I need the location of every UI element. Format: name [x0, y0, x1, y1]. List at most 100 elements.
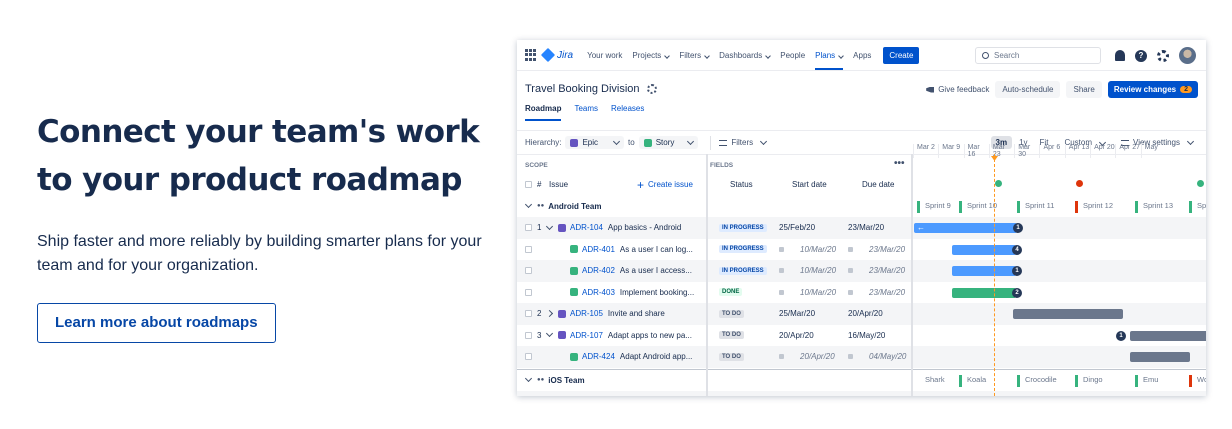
row-checkbox[interactable] [525, 224, 532, 232]
avatar[interactable] [1179, 47, 1196, 64]
timeline-bar[interactable] [952, 287, 1016, 298]
filters-button[interactable]: Filters [719, 137, 768, 147]
fields-divider [911, 154, 913, 396]
table-row[interactable]: ADR-403 Implement booking... DONE 10/Mar/20… [517, 282, 1206, 304]
row-cell: + Create issue [637, 174, 693, 196]
table-row[interactable]: # Issue + Create issue Status Start date Due d… [517, 174, 1206, 196]
team-icon: ●● [537, 203, 545, 210]
issue-key-link[interactable]: ADR-424 [582, 352, 615, 361]
nav-item-plans[interactable]: Plans [815, 51, 845, 70]
nav-item-projects[interactable]: Projects [632, 51, 671, 60]
issue-key-link[interactable]: ADR-107 [570, 331, 603, 340]
table-row[interactable]: ADR-424 Adapt Android app... TO DO 20/Apr/2… [517, 346, 1206, 368]
give-feedback-button[interactable]: Give feedback [926, 85, 989, 94]
timeline-bar[interactable] [1130, 330, 1206, 341]
timeline-bar[interactable]: ← [914, 223, 1017, 233]
learn-more-button[interactable]: Learn more about roadmaps [37, 303, 276, 343]
chevron-down-icon[interactable] [545, 330, 554, 338]
auto-schedule-button[interactable]: Auto-schedule [995, 81, 1061, 98]
row-cell [525, 174, 532, 196]
dependency-badge[interactable]: 1 [1013, 223, 1023, 233]
row-cell [525, 391, 532, 396]
column-status: Status [730, 180, 753, 190]
dependency-badge[interactable]: 1 [1116, 330, 1126, 341]
nav-item-filters[interactable]: Filters [679, 51, 710, 60]
table-row[interactable]: 3 ADR-107 Adapt apps to new pa... TO DO 20/A… [517, 325, 1206, 347]
share-button[interactable]: Share [1066, 81, 1102, 98]
issue-key-link[interactable]: ADR-105 [570, 309, 603, 318]
table-row[interactable]: ADR-401 As a user I can log... IN PROGRESS… [517, 239, 1206, 261]
app-switcher-icon[interactable] [525, 49, 537, 61]
row-checkbox[interactable] [525, 331, 532, 339]
start-date: 25/Feb/20 [779, 223, 816, 233]
row-checkbox[interactable] [525, 288, 532, 296]
more-options-icon[interactable]: ••• [894, 158, 905, 169]
timeline-bar[interactable] [952, 266, 1016, 276]
tab-teams[interactable]: Teams [574, 104, 598, 121]
row-cell: 23/Mar/20 [848, 391, 884, 396]
row-checkbox[interactable] [525, 353, 532, 361]
due-date: 20/Apr/20 [848, 309, 883, 319]
settings-gear-icon[interactable] [1157, 49, 1169, 62]
help-icon[interactable]: ? [1135, 49, 1147, 62]
issue-key-link[interactable]: ADR-402 [582, 266, 615, 275]
table-row[interactable]: 2 ADR-105 Invite and share TO DO 25/Mar/20 20… [517, 303, 1206, 325]
due-date: 23/Mar/20 [869, 266, 906, 276]
notifications-icon[interactable] [1115, 50, 1125, 61]
plan-settings-gear-icon[interactable] [646, 84, 657, 94]
row-checkbox[interactable] [525, 267, 532, 275]
table-row[interactable]: ●●iOS Team Shark Koala Crocodile Dingo Emu Wo [517, 370, 1206, 392]
row-cell: IN PROGRESS [719, 217, 767, 239]
timeline-bar[interactable] [1013, 309, 1123, 319]
row-cell: 1 [537, 391, 541, 396]
chevron-down-icon[interactable] [545, 222, 554, 230]
create-issue-button[interactable]: + Create issue [637, 179, 693, 191]
jira-logo[interactable]: Jira [540, 47, 573, 63]
table-row[interactable]: 1 IOS-543Social media integration IN PROGR… [517, 391, 1206, 396]
start-date: 10/Mar/20 [800, 287, 837, 297]
review-changes-button[interactable]: Review changes 2 [1107, 81, 1198, 98]
dependency-badge[interactable]: 1 [1012, 266, 1022, 276]
issue-summary: Adapt Android app... [619, 352, 693, 362]
nav-item-your-work[interactable]: Your work [587, 51, 622, 60]
issue-key-link[interactable]: ADR-401 [582, 245, 615, 254]
nav-item-people[interactable]: People [780, 51, 805, 60]
hierarchy-to-select[interactable]: Story [638, 136, 699, 149]
row-cell: 23/Mar/20 [848, 282, 905, 304]
table-row[interactable]: ●● Android Team Sprint 9 Sprint 10 Sprint 11… [517, 196, 1206, 218]
dependency-badge[interactable]: 4 [1012, 244, 1022, 255]
timeline-bar[interactable] [1130, 352, 1190, 362]
issue-key-link[interactable]: ADR-403 [582, 288, 615, 297]
row-cell: IN PROGRESS [719, 239, 767, 261]
tab-releases[interactable]: Releases [611, 104, 644, 121]
row-checkbox[interactable] [525, 310, 532, 318]
start-date: 20/Apr/20 [779, 330, 814, 340]
plan-tabs: Roadmap Teams Releases [525, 104, 644, 121]
nav-item-dashboards[interactable]: Dashboards [719, 51, 772, 60]
row-cell: 25/Mar/20 [779, 303, 815, 325]
chevron-down-icon[interactable] [524, 375, 533, 383]
story-icon [643, 138, 652, 147]
chevron-down-icon[interactable] [524, 201, 533, 209]
create-button[interactable]: Create [883, 46, 920, 64]
start-date: 10/Mar/20 [800, 244, 837, 254]
select-all-checkbox[interactable] [525, 181, 532, 189]
row-cell: ADR-424 Adapt Android app... [570, 346, 692, 368]
nav-item-apps[interactable]: Apps [853, 51, 871, 60]
tab-roadmap[interactable]: Roadmap [525, 104, 562, 121]
plan-header: Travel Booking Division Roadmap Teams Rele… [517, 71, 1206, 131]
dependency-badge[interactable]: 2 [1012, 287, 1022, 298]
search-icon [982, 52, 989, 59]
timeline-bar[interactable] [952, 244, 1016, 255]
row-cell: TO DO [719, 325, 744, 347]
changes-count-badge: 2 [1180, 86, 1192, 93]
issue-key-link[interactable]: ADR-104 [570, 223, 603, 232]
inherited-date-icon [848, 354, 853, 360]
table-row[interactable]: ADR-402 As a user I access... IN PROGRESS 1… [517, 260, 1206, 282]
row-checkbox[interactable] [525, 245, 532, 253]
sprint-label: Wo [1189, 374, 1206, 387]
table-row[interactable]: 1 ADR-104 App basics - Android IN PROGRESS 2… [517, 217, 1206, 239]
hierarchy-from-select[interactable]: Epic [565, 136, 625, 149]
chevron-right-icon[interactable] [545, 310, 554, 318]
search-input[interactable]: Search [975, 47, 1101, 64]
